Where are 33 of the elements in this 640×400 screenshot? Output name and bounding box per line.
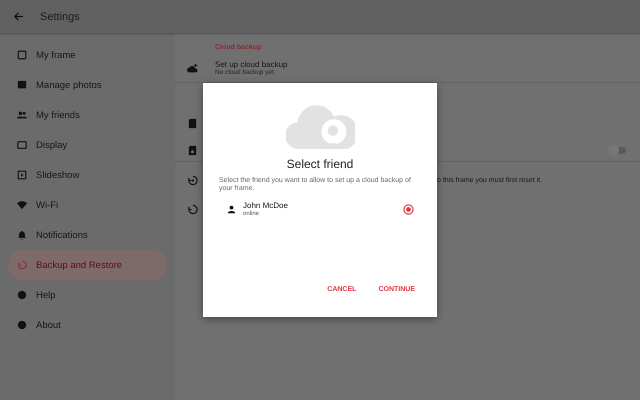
dialog-title: Select friend bbox=[286, 157, 354, 171]
sd-card-icon bbox=[187, 145, 198, 156]
sidebar-item[interactable]: Help bbox=[8, 280, 167, 310]
sidebar-item[interactable]: About bbox=[8, 310, 167, 340]
cloud-icon bbox=[187, 63, 198, 74]
menu-item-icon bbox=[17, 110, 27, 120]
sidebar-item[interactable]: Slideshow bbox=[8, 160, 167, 190]
radio-button[interactable] bbox=[403, 204, 414, 214]
menu-item-icon bbox=[17, 170, 27, 180]
sidebar-item[interactable]: Display bbox=[8, 130, 167, 160]
sd-card-icon bbox=[187, 118, 198, 129]
toggle-switch[interactable] bbox=[610, 147, 626, 154]
sidebar-item[interactable]: My friends bbox=[8, 100, 167, 130]
app-bar-title: Settings bbox=[40, 10, 80, 22]
person-icon bbox=[227, 204, 236, 214]
menu-item-icon bbox=[17, 200, 27, 210]
setting-title[interactable]: Set up cloud backup bbox=[215, 60, 288, 69]
sidebar-item[interactable]: Wi-Fi bbox=[8, 190, 167, 220]
menu-item-icon bbox=[17, 290, 27, 300]
sidebar-item[interactable]: My frame bbox=[8, 40, 167, 70]
sidebar-item[interactable]: Notifications bbox=[8, 220, 167, 250]
menu-item-icon bbox=[17, 260, 27, 270]
reset-icon bbox=[187, 204, 198, 215]
menu-item-icon bbox=[17, 230, 27, 240]
menu-item-icon bbox=[17, 320, 27, 330]
back-arrow-icon[interactable] bbox=[13, 11, 24, 22]
menu-item-icon bbox=[17, 140, 27, 150]
menu-item-icon bbox=[17, 80, 27, 90]
friend-name: John McDoe bbox=[243, 201, 289, 210]
menu-item-icon bbox=[17, 50, 27, 60]
sidebar-item[interactable]: Manage photos bbox=[8, 70, 167, 100]
sidebar-item[interactable]: Backup and Restore bbox=[8, 250, 167, 280]
restore-icon bbox=[187, 175, 198, 186]
